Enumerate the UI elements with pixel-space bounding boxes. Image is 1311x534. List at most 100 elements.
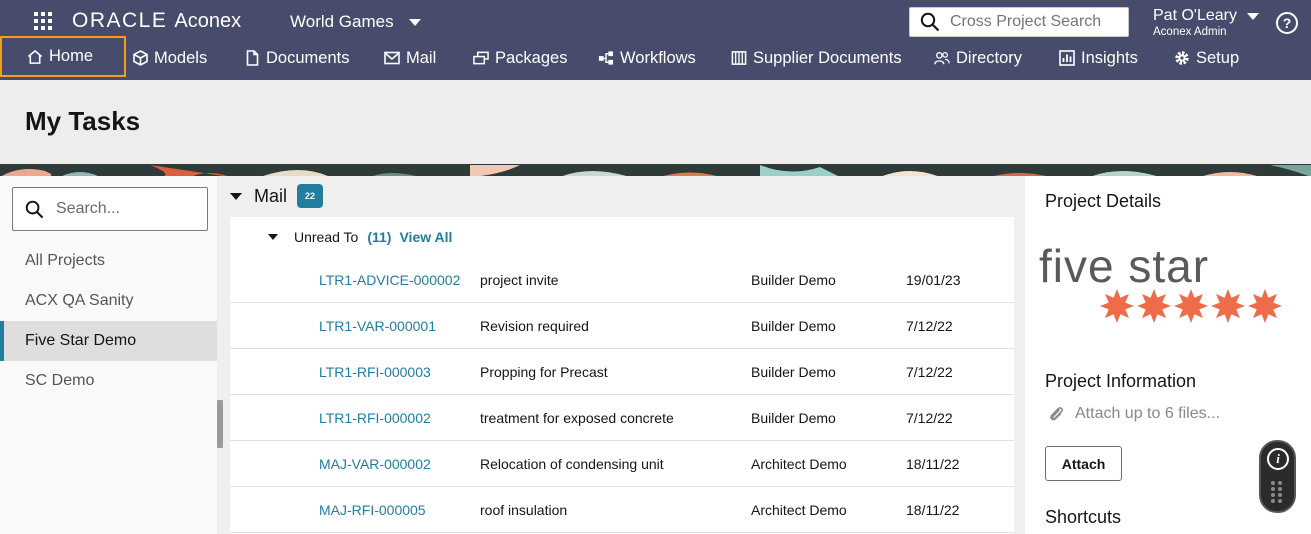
shortcuts-heading: Shortcuts <box>1045 507 1122 527</box>
five-star-logo: five star <box>1039 240 1282 323</box>
top-header: ORACLE Aconex World Games Pat O'Leary Ac… <box>0 0 1311 80</box>
floating-help-widget: i <box>1259 440 1296 513</box>
paperclip-icon <box>1050 407 1063 421</box>
apps-grid-icon[interactable] <box>34 12 52 30</box>
brand-product: Aconex <box>174 9 242 32</box>
mail-from: Builder Demo <box>751 364 836 380</box>
main-nav: Home Models Documents Mail Packages Work… <box>0 36 1311 78</box>
mail-date: 18/11/22 <box>906 456 960 472</box>
search-icon <box>25 200 44 218</box>
cube-icon <box>132 50 148 66</box>
mail-date: 7/12/22 <box>906 410 953 426</box>
oracle-aconex-logo[interactable]: ORACLE Aconex <box>72 9 241 33</box>
collapse-triangle-icon <box>230 192 242 200</box>
mail-row[interactable]: LTR1-RFI-000002 treatment for exposed co… <box>230 395 1014 441</box>
nav-mail[interactable]: Mail <box>384 38 436 78</box>
nav-home-label: Home <box>49 47 94 65</box>
nav-models[interactable]: Models <box>132 38 207 78</box>
user-role: Aconex Admin <box>1153 26 1227 38</box>
mail-row[interactable]: MAJ-RFI-000005 roof insulation Architect… <box>230 487 1014 533</box>
logo-star <box>1100 289 1134 323</box>
page-title: My Tasks <box>25 106 141 136</box>
collapse-triangle-icon <box>268 234 278 240</box>
nav-packages-label: Packages <box>495 48 568 67</box>
logo-text: five star <box>1039 240 1209 292</box>
unread-count: (11) <box>367 229 392 245</box>
user-menu[interactable]: Pat O'Leary Aconex Admin <box>1153 7 1259 38</box>
project-search[interactable] <box>12 187 208 231</box>
project-list-scrollbar[interactable] <box>217 176 229 534</box>
attach-button[interactable]: Attach <box>1045 446 1122 481</box>
mail-number-link[interactable]: LTR1-RFI-000002 <box>319 410 431 426</box>
mail-section-header[interactable]: Mail 22 <box>230 184 324 208</box>
mail-number-link[interactable]: LTR1-VAR-000001 <box>319 318 436 334</box>
mail-from: Architect Demo <box>751 502 847 518</box>
logo-star <box>1248 289 1282 323</box>
attach-hint[interactable]: Attach up to 6 files... <box>1047 405 1220 423</box>
nav-setup[interactable]: Setup <box>1174 38 1239 78</box>
drag-handle-icon[interactable] <box>1271 481 1287 503</box>
nav-models-label: Models <box>154 48 208 67</box>
nav-setup-label: Setup <box>1196 48 1240 67</box>
title-band: My Tasks <box>0 80 1311 164</box>
document-icon <box>244 50 260 66</box>
scrollbar-thumb[interactable] <box>217 400 223 448</box>
mail-row[interactable]: LTR1-RFI-000003 Propping for Precast Bui… <box>230 349 1014 395</box>
project-search-input[interactable] <box>56 200 196 218</box>
project-item[interactable]: ACX QA Sanity <box>0 281 217 321</box>
nav-documents[interactable]: Documents <box>244 38 349 78</box>
mail-row[interactable]: MAJ-VAR-000002 Relocation of condensing … <box>230 441 1014 487</box>
cross-project-search[interactable] <box>909 7 1129 37</box>
logo-star <box>1211 289 1245 323</box>
decorative-banner <box>0 164 1311 176</box>
mail-number-link[interactable]: LTR1-ADVICE-000002 <box>319 272 460 288</box>
mail-row[interactable]: LTR1-VAR-000001 Revision required Builde… <box>230 303 1014 349</box>
nav-packages[interactable]: Packages <box>473 38 567 78</box>
nav-supplier-documents[interactable]: Supplier Documents <box>731 38 902 78</box>
packages-icon <box>473 50 489 66</box>
project-details-heading: Project Details <box>1045 191 1162 211</box>
mail-date: 18/11/22 <box>906 502 960 518</box>
mail-subject: Propping for Precast <box>480 364 608 380</box>
mail-subject: Relocation of condensing unit <box>480 456 664 472</box>
supplier-documents-icon <box>731 50 747 66</box>
logo-star <box>1137 289 1171 323</box>
mail-section-label: Mail <box>254 185 288 206</box>
nav-mail-label: Mail <box>406 48 437 67</box>
mail-row[interactable]: LTR1-ADVICE-000002 project invite Builde… <box>230 257 1014 303</box>
nav-directory-label: Directory <box>956 48 1023 67</box>
help-icon[interactable]: ? <box>1276 12 1298 34</box>
mail-count-badge: 22 <box>297 184 324 208</box>
mail-number-link[interactable]: MAJ-VAR-000002 <box>319 456 431 472</box>
mail-date: 19/01/23 <box>906 272 961 288</box>
project-selector[interactable]: World Games <box>290 12 421 32</box>
logo-star <box>1174 289 1208 323</box>
project-information-heading: Project Information <box>1045 371 1197 391</box>
project-item[interactable]: SC Demo <box>0 361 217 401</box>
cross-project-search-input[interactable] <box>950 13 1120 31</box>
info-icon[interactable]: i <box>1267 448 1289 470</box>
chevron-down-icon <box>1246 12 1259 20</box>
mail-date: 7/12/22 <box>906 364 953 380</box>
mail-number-link[interactable]: LTR1-RFI-000003 <box>319 364 431 380</box>
project-item[interactable]: All Projects <box>0 241 217 281</box>
nav-home[interactable]: Home <box>0 36 126 77</box>
people-icon <box>934 50 950 66</box>
nav-workflows[interactable]: Workflows <box>598 38 696 78</box>
mail-date: 7/12/22 <box>906 318 953 334</box>
mail-subject: treatment for exposed concrete <box>480 410 674 426</box>
unread-group-header[interactable]: Unread To (11) View All <box>268 229 452 245</box>
user-name: Pat O'Leary <box>1153 7 1237 24</box>
workflow-icon <box>598 50 614 66</box>
project-name: World Games <box>290 12 394 31</box>
mail-subject: project invite <box>480 272 559 288</box>
mail-from: Builder Demo <box>751 410 836 426</box>
nav-directory[interactable]: Directory <box>934 38 1022 78</box>
attach-hint-text: Attach up to 6 files... <box>1075 405 1220 422</box>
view-all-link[interactable]: View All <box>399 229 452 245</box>
mail-number-link[interactable]: MAJ-RFI-000005 <box>319 502 426 518</box>
project-item-selected[interactable]: Five Star Demo <box>0 321 217 361</box>
mail-subject: roof insulation <box>480 502 568 518</box>
mail-from: Architect Demo <box>751 456 847 472</box>
nav-insights[interactable]: Insights <box>1059 38 1138 78</box>
